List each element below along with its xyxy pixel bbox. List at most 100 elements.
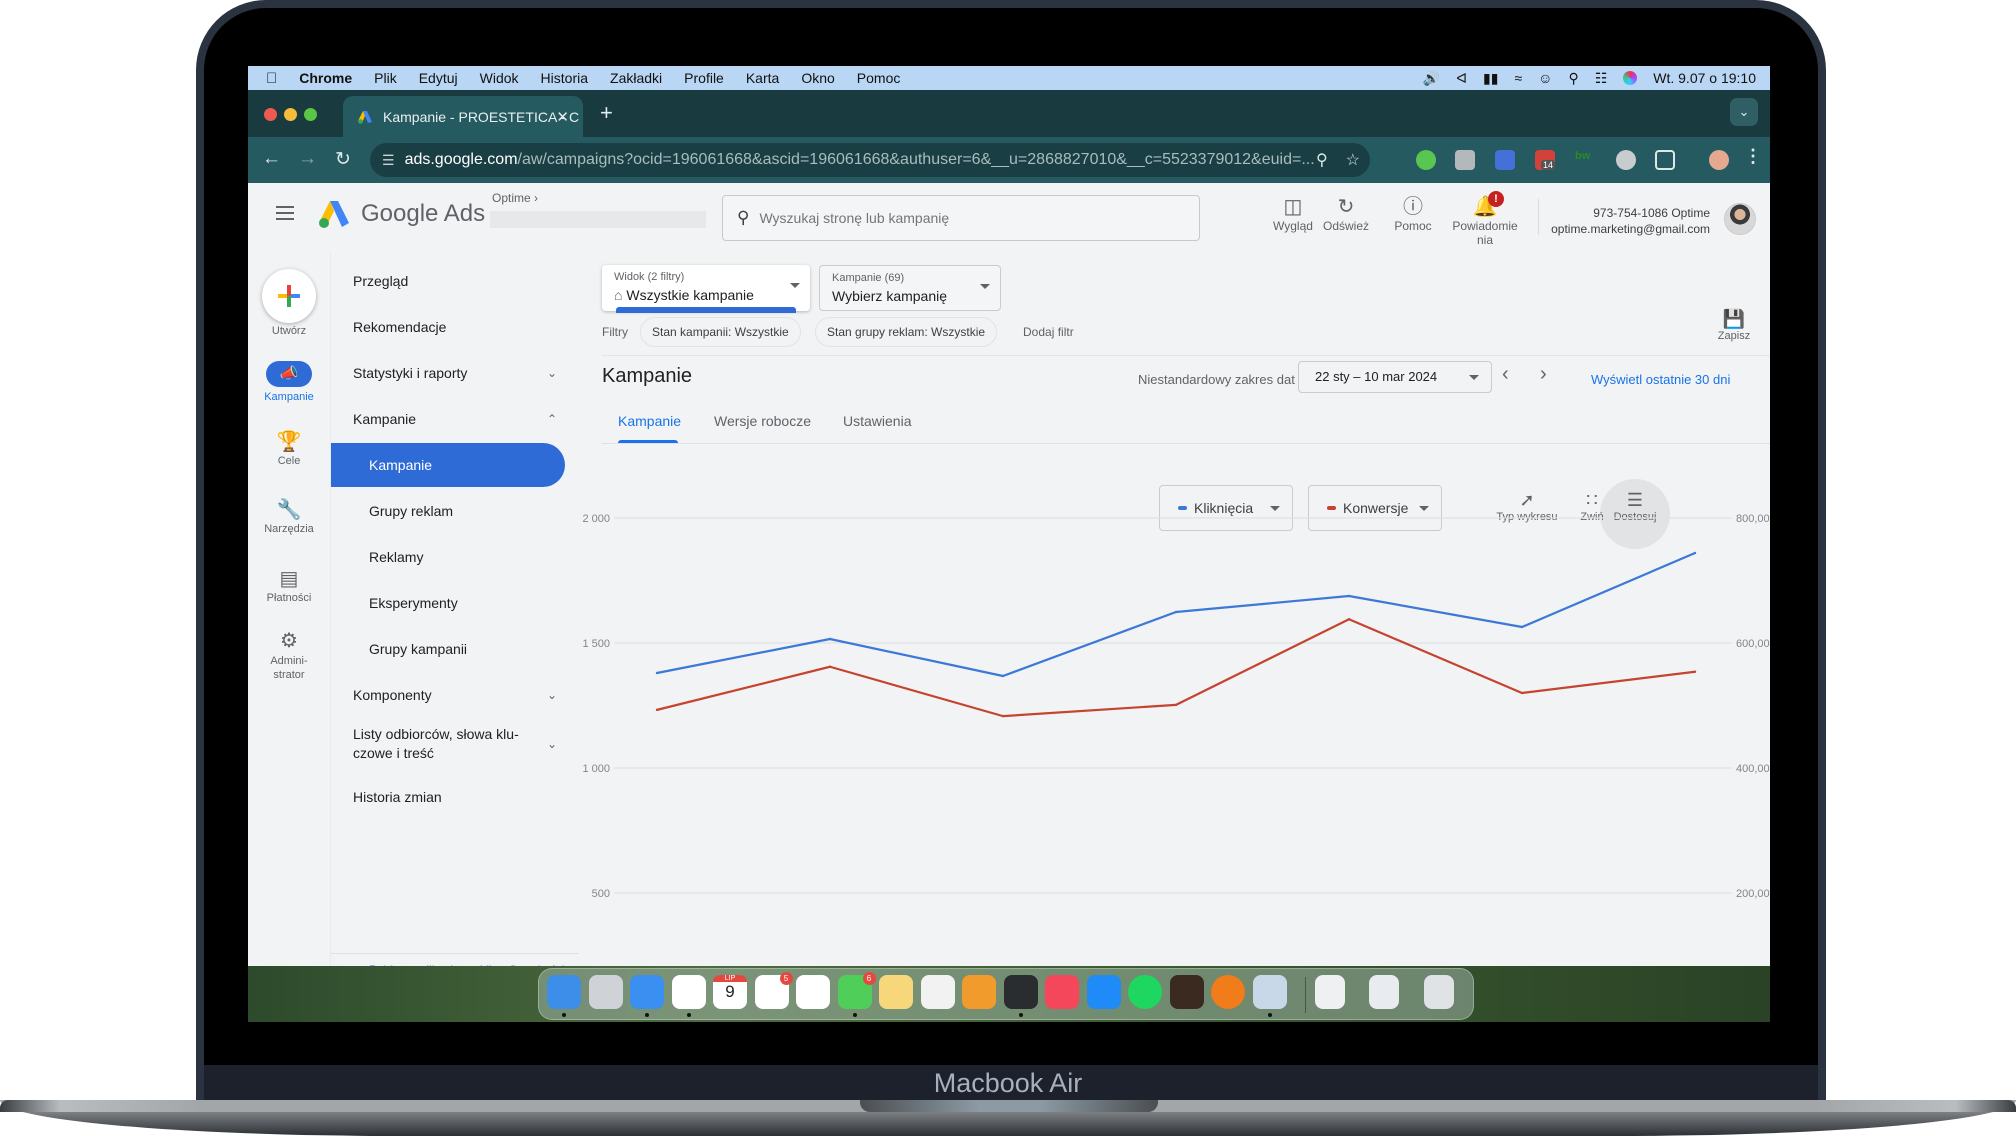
metric-selector-clicks[interactable]: Kliknięcia	[1159, 485, 1293, 531]
nav-item-insights-reports[interactable]: Statystyki i raporty ⌄	[331, 351, 571, 395]
date-range-picker[interactable]: 22 sty – 10 mar 2024	[1298, 361, 1492, 393]
dock-app-muzyka-icon[interactable]	[1045, 975, 1079, 1009]
menu-item[interactable]: Zakładki	[610, 70, 662, 86]
menu-item[interactable]: Pomoc	[857, 70, 901, 86]
rail-billing[interactable]: ▤ Płatności	[248, 566, 330, 604]
metric-selector-conversions[interactable]: Konwersje	[1308, 485, 1442, 531]
bookmark-star-icon[interactable]: ☆	[1346, 150, 1360, 170]
tab-campaigns[interactable]: Kampanie	[618, 413, 681, 429]
save-button[interactable]: 💾 Zapisz	[1712, 309, 1756, 342]
siri-icon[interactable]	[1623, 71, 1638, 85]
account-breadcrumb[interactable]: Optime ›	[492, 191, 538, 205]
user-icon[interactable]: ☺	[1538, 70, 1552, 86]
dock-downloads-stack-icon[interactable]	[1369, 975, 1399, 1009]
help-button[interactable]: ⓘ Pomoc	[1378, 195, 1448, 233]
filter-chip-campaign-status[interactable]: Stan kampanii: Wszystkie	[640, 317, 801, 347]
collapse-button[interactable]: ∷ Zwiń	[1572, 489, 1612, 523]
data-point[interactable]	[1520, 625, 1524, 629]
dock-app-notatki-icon[interactable]	[879, 975, 913, 1009]
dock-app-przypomnienia-icon[interactable]: 5	[754, 972, 793, 1009]
data-point[interactable]	[1001, 714, 1005, 718]
spotlight-icon[interactable]: ⚲	[1568, 70, 1578, 87]
dock-trash-icon[interactable]	[1424, 975, 1454, 1009]
data-point[interactable]	[1174, 703, 1178, 707]
extension-link-icon[interactable]	[1616, 150, 1636, 170]
customize-button[interactable]: ☰ Dostosuj	[1609, 489, 1661, 523]
data-point[interactable]	[1001, 674, 1005, 678]
volume-icon[interactable]: 🔊	[1423, 70, 1440, 87]
nav-item-overview[interactable]: Przegląd	[331, 259, 571, 303]
data-point[interactable]	[1693, 551, 1697, 555]
maximize-window-button[interactable]	[304, 108, 317, 121]
minimize-window-button[interactable]	[284, 108, 297, 121]
search-input[interactable]	[759, 210, 1160, 226]
dock-app-fl-studio-icon[interactable]	[1211, 975, 1245, 1009]
menu-app-name[interactable]: Chrome	[299, 70, 352, 86]
next-period-button[interactable]: ›	[1540, 363, 1547, 386]
data-point[interactable]	[655, 671, 659, 675]
tab-drafts[interactable]: Wersje robocze	[714, 413, 811, 429]
menu-item[interactable]: Widok	[480, 70, 519, 86]
bluetooth-icon[interactable]: ᐊ	[1456, 70, 1467, 87]
data-point[interactable]	[1347, 594, 1351, 598]
create-plus-icon[interactable]	[262, 269, 316, 323]
nav-item-campaigns[interactable]: Kampanie	[331, 443, 565, 487]
last-30-days-link[interactable]: Wyświetl ostatnie 30 dni	[1591, 372, 1730, 387]
data-point[interactable]	[1347, 618, 1351, 621]
close-window-button[interactable]	[264, 108, 277, 121]
notifications-button[interactable]: 🔔! Powiadomie nia	[1448, 191, 1522, 247]
data-point[interactable]	[828, 637, 832, 641]
dock-app-spotify-icon[interactable]	[1128, 975, 1162, 1009]
profile-avatar-icon[interactable]	[1709, 150, 1729, 170]
back-button[interactable]: ←	[262, 148, 281, 170]
filter-chip-adgroup-status[interactable]: Stan grupy reklam: Wszystkie	[815, 317, 998, 347]
battery-icon[interactable]: ▮▮	[1483, 70, 1498, 87]
add-filter-button[interactable]: Dodaj filtr	[1023, 325, 1074, 339]
menu-item[interactable]: Profile	[684, 70, 724, 86]
zoom-icon[interactable]: ⚲	[1316, 150, 1328, 170]
browser-menu-icon[interactable]: ⋮	[1744, 146, 1764, 166]
account-info[interactable]: 973-754-1086 Optime optime.marketing@gma…	[1551, 205, 1710, 237]
nav-item-audiences-keywords-content[interactable]: Listy odbiorców, słowa klu-czowe i treść…	[331, 719, 571, 769]
close-tab-icon[interactable]: ✕	[556, 108, 569, 126]
nav-item-ads[interactable]: Reklamy	[331, 535, 571, 579]
extension-red-icon[interactable]: 14	[1535, 150, 1556, 170]
previous-period-button[interactable]: ‹	[1502, 363, 1509, 386]
dock-app-textedit-icon[interactable]	[920, 975, 955, 1009]
reload-button[interactable]: ↻	[335, 148, 351, 171]
dock-app-garageband-icon[interactable]	[1169, 975, 1204, 1009]
chart-type-button[interactable]: ➚ Typ wykresu	[1492, 489, 1562, 523]
search-field[interactable]: ⚲	[722, 195, 1200, 241]
dock-app-zdjęcia-icon[interactable]	[796, 975, 830, 1009]
dock-app-wiadomości-icon[interactable]: 6	[837, 972, 876, 1009]
view-selector[interactable]: Widok (2 filtry) ⌂ Wszystkie kampanie	[602, 265, 810, 313]
menubar-clock[interactable]: Wt. 9.07 o 19:10	[1653, 70, 1756, 86]
nav-item-change-history[interactable]: Historia zmian	[331, 775, 571, 819]
extensions-puzzle-icon[interactable]	[1655, 150, 1675, 170]
dock-app-kalendarz-icon[interactable]: LIP 9	[713, 975, 747, 1009]
wifi-icon[interactable]: ≈	[1514, 70, 1522, 86]
extension-tag-manager-icon[interactable]	[1495, 150, 1515, 170]
nav-item-recommendations[interactable]: Rekomendacje	[331, 305, 571, 349]
series-line-clicks[interactable]	[656, 551, 1696, 678]
extension-thumbs-up-icon[interactable]	[1416, 150, 1436, 170]
site-settings-icon[interactable]: ☰	[382, 152, 395, 169]
dock-app-safari-icon[interactable]	[630, 975, 664, 1009]
series-line-conversions[interactable]	[656, 618, 1696, 718]
refresh-button[interactable]: ↻ Odśwież	[1311, 195, 1381, 233]
tab-search-chevron-icon[interactable]: ⌄	[1730, 98, 1758, 126]
nav-item-campaigns-group[interactable]: Kampanie ⌃	[331, 397, 571, 441]
nav-item-experiments[interactable]: Eksperymenty	[331, 581, 571, 625]
data-point[interactable]	[655, 708, 659, 712]
new-tab-button[interactable]: +	[600, 100, 613, 126]
campaign-selector[interactable]: Kampanie (69) Wybierz kampanię	[819, 265, 1001, 311]
data-point[interactable]	[1693, 670, 1697, 673]
nav-item-campaign-groups[interactable]: Grupy kampanii	[331, 627, 571, 671]
nav-item-assets[interactable]: Komponenty ⌄	[331, 673, 571, 717]
forward-button[interactable]: →	[298, 148, 317, 170]
address-bar[interactable]: ☰ ads.google.com/aw/campaigns?ocid=19606…	[370, 143, 1370, 177]
control-center-icon[interactable]: ☷	[1595, 70, 1608, 87]
rail-admin[interactable]: ⚙ Admini- strator	[248, 628, 330, 682]
dock-document-icon[interactable]	[1315, 975, 1345, 1009]
main-menu-icon[interactable]	[276, 206, 294, 220]
